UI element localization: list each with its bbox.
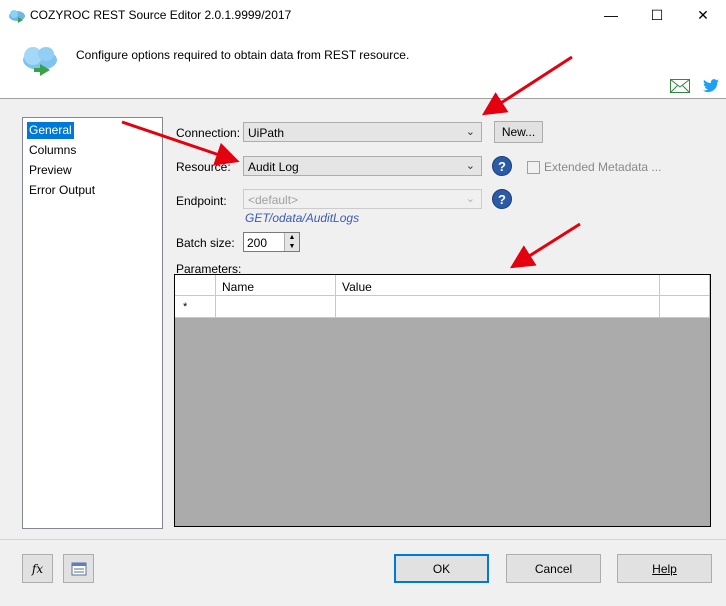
annotation-arrows (121, 55, 581, 269)
arrow-to-parameters-icon (509, 222, 581, 269)
arrow-to-connection-icon (481, 55, 573, 116)
arrow-to-resource-icon (121, 120, 240, 166)
